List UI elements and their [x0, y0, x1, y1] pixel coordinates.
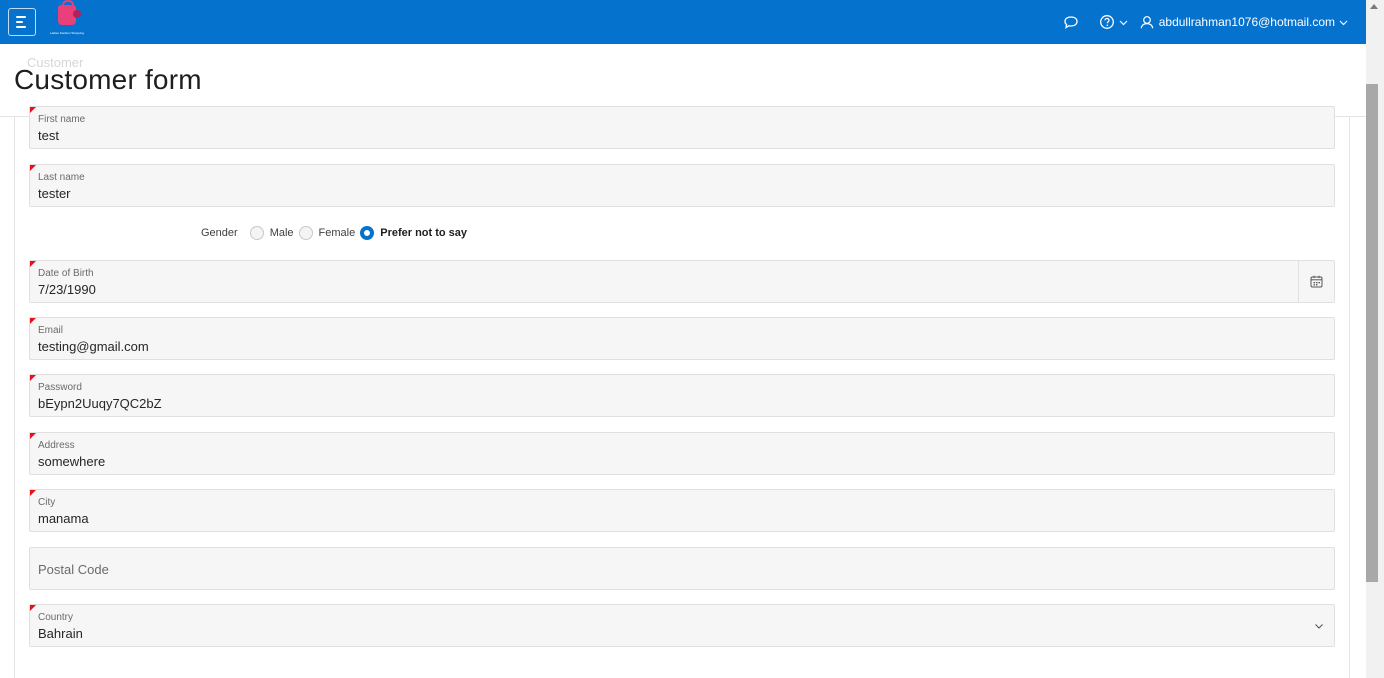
email-label: Email: [38, 325, 64, 336]
radio-button[interactable]: [249, 226, 264, 240]
country-label: Country: [38, 612, 74, 623]
radio-button[interactable]: [298, 226, 313, 240]
region-border-right: [1349, 117, 1350, 678]
country-selected-value[interactable]: Bahrain: [38, 626, 1238, 641]
required-marker: [30, 261, 36, 267]
shopping-bag-icon: [58, 0, 81, 25]
postal-code-label: Postal Code: [38, 562, 109, 577]
top-navigation-bar: Ladies Fashion Shopping abdullrahman1076…: [0, 0, 1366, 44]
required-marker: [30, 490, 36, 496]
region-border-left: [14, 117, 15, 678]
first-name-field[interactable]: First name test: [29, 106, 1335, 149]
scroll-up-arrow-icon[interactable]: [1370, 4, 1378, 9]
first-name-label: First name: [38, 114, 86, 125]
chevron-down-icon: [1119, 20, 1128, 25]
last-name-input[interactable]: tester: [38, 186, 1238, 201]
date-of-birth-label: Date of Birth: [38, 268, 94, 279]
gender-label: Gender: [201, 227, 238, 239]
city-field[interactable]: City manama: [29, 489, 1335, 532]
scrollbar-thumb[interactable]: [1366, 84, 1378, 582]
radio-label: Male: [269, 227, 294, 239]
required-marker: [30, 318, 36, 324]
last-name-label: Last name: [38, 172, 85, 183]
password-field[interactable]: Password bEypn2Uuqy7QC2bZ: [29, 374, 1335, 417]
gender-option-female[interactable]: Female: [298, 226, 356, 240]
required-marker: [30, 165, 36, 171]
password-input[interactable]: bEypn2Uuqy7QC2bZ: [38, 396, 1238, 411]
date-of-birth-field[interactable]: Date of Birth 7/23/1990: [29, 260, 1335, 303]
address-input[interactable]: somewhere: [38, 454, 1238, 469]
calendar-button[interactable]: [1298, 261, 1334, 302]
menu-icon: [16, 16, 26, 18]
chevron-down-icon: [1339, 20, 1348, 25]
city-label: City: [38, 497, 56, 508]
required-marker: [30, 605, 36, 611]
page-title: Customer form: [14, 64, 202, 95]
last-name-field[interactable]: Last name tester: [29, 164, 1335, 207]
gender-radio-group: Gender Male Female Prefer not to say: [201, 224, 472, 242]
postal-code-field[interactable]: Postal Code: [29, 547, 1335, 590]
vertical-scrollbar[interactable]: [1366, 0, 1384, 678]
feedback-button[interactable]: [1063, 14, 1079, 30]
email-field[interactable]: Email testing@gmail.com: [29, 317, 1335, 360]
gender-option-prefer-not-to-say[interactable]: Prefer not to say: [360, 226, 467, 240]
user-email: abdullrahman1076@hotmail.com: [1158, 15, 1335, 29]
required-marker: [30, 433, 36, 439]
address-label: Address: [38, 440, 75, 451]
gender-option-male[interactable]: Male: [249, 226, 294, 240]
chat-icon: [1064, 16, 1078, 29]
chevron-down-icon: [1315, 624, 1323, 629]
radio-button-selected[interactable]: [360, 226, 375, 240]
help-icon: [1099, 15, 1114, 29]
city-input[interactable]: manama: [38, 511, 1238, 526]
email-input[interactable]: testing@gmail.com: [38, 339, 1238, 354]
radio-label: Female: [318, 227, 356, 239]
app-logo[interactable]: Ladies Fashion Shopping: [46, 0, 88, 39]
required-marker: [30, 375, 36, 381]
help-menu-button[interactable]: [1099, 14, 1128, 30]
password-label: Password: [38, 382, 82, 393]
country-select[interactable]: Country Bahrain: [29, 604, 1335, 647]
calendar-icon: [1310, 275, 1323, 288]
logo-tagline: Ladies Fashion Shopping: [50, 31, 84, 35]
first-name-input[interactable]: test: [38, 128, 1238, 143]
radio-label: Prefer not to say: [380, 227, 468, 239]
nav-right-group: abdullrahman1076@hotmail.com: [1063, 0, 1348, 44]
required-marker: [30, 107, 36, 113]
menu-toggle-button[interactable]: [8, 8, 36, 36]
user-icon: [1140, 16, 1154, 29]
user-menu-button[interactable]: abdullrahman1076@hotmail.com: [1140, 15, 1348, 29]
address-field[interactable]: Address somewhere: [29, 432, 1335, 475]
date-of-birth-input[interactable]: 7/23/1990: [38, 282, 1238, 297]
